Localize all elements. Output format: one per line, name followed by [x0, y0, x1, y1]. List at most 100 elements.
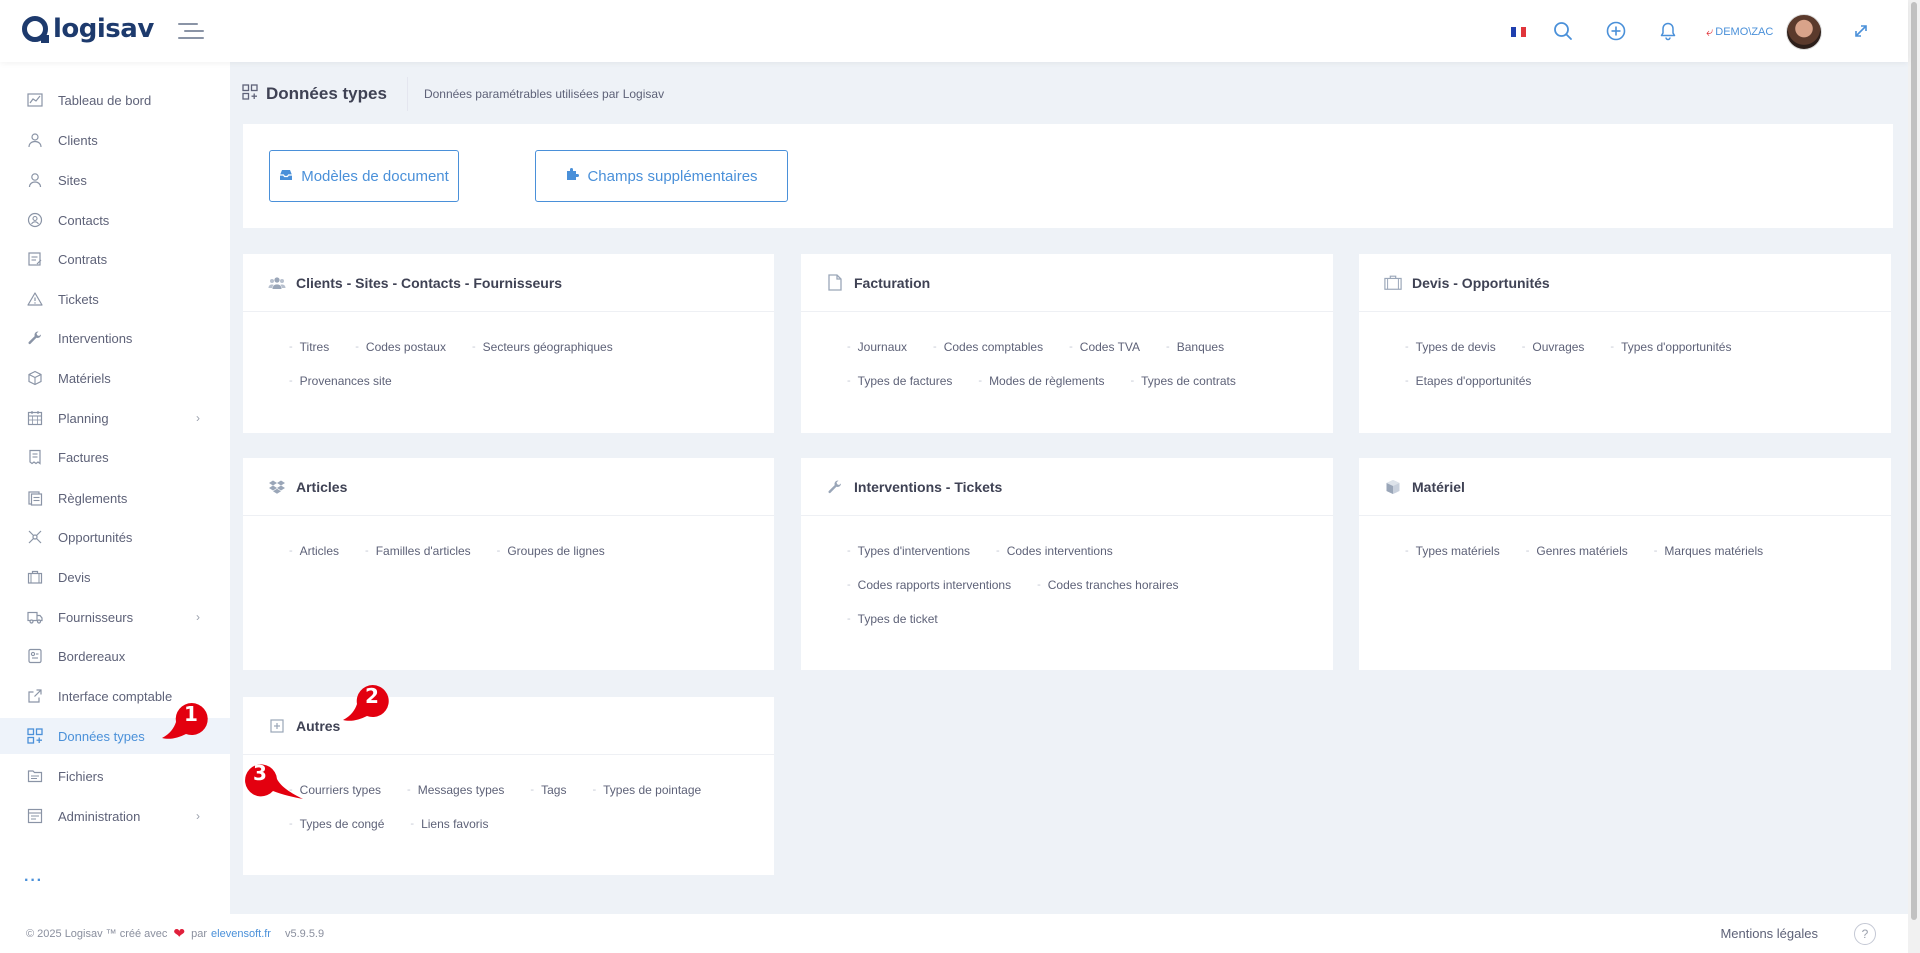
- sidebar-item-label: Interventions: [58, 330, 133, 346]
- sidebar-item-materiels[interactable]: Matériels: [0, 360, 230, 396]
- category-card: Devis - Opportunités Types de devis Ouvrag…: [1359, 254, 1891, 433]
- logo-text: logisav: [53, 14, 154, 44]
- scrollbar-thumb[interactable]: [1911, 2, 1917, 920]
- sidebar-item-label: Fournisseurs: [58, 609, 134, 625]
- chevron-right-icon: ›: [196, 411, 200, 425]
- sidebar-item-label: Factures: [58, 449, 109, 465]
- menu-toggle-icon[interactable]: [178, 20, 204, 42]
- data-type-link[interactable]: Genres matériels: [1526, 544, 1627, 558]
- plus-square-icon: [268, 717, 286, 735]
- page-scrollbar[interactable]: [1908, 0, 1920, 953]
- add-circle-icon[interactable]: [1603, 18, 1629, 44]
- fullscreen-icon[interactable]: [1848, 18, 1874, 44]
- cube-icon: [1384, 478, 1402, 496]
- sidebar-item-fournisseurs[interactable]: Fournisseurs ›: [0, 599, 230, 635]
- sidebar-item-sites[interactable]: Sites: [0, 162, 230, 198]
- sidebar-item-reglements[interactable]: Règlements: [0, 480, 230, 516]
- data-type-link[interactable]: Types de factures: [847, 374, 953, 388]
- data-type-link[interactable]: Codes comptables: [933, 340, 1043, 354]
- data-type-link[interactable]: Types de contrats: [1130, 374, 1236, 388]
- sidebar-item-contrats[interactable]: Contrats: [0, 241, 230, 277]
- card-links: Journaux Codes comptables Codes TVA Banques…: [801, 312, 1333, 388]
- sidebar-item-tableau-de-bord[interactable]: Tableau de bord: [0, 82, 230, 118]
- sidebar-item-clients[interactable]: Clients: [0, 122, 230, 158]
- card-title: Autres: [296, 717, 341, 734]
- data-type-link[interactable]: Types de pointage: [592, 783, 701, 797]
- footer-version: v5.9.5.9: [284, 927, 325, 940]
- sidebar-item-opportunites[interactable]: Opportunités: [0, 519, 230, 555]
- data-type-link[interactable]: Types d'interventions: [847, 544, 970, 558]
- impersonated-user-link[interactable]: ⤶ DEMO\ZAC: [1706, 24, 1773, 40]
- sidebar-item-label: Matériels: [58, 370, 111, 386]
- category-card: AutresCourriers typesMessages typesTagsT…: [243, 697, 774, 875]
- data-type-link[interactable]: Groupes de lignes: [497, 544, 604, 558]
- data-type-link[interactable]: Banques: [1166, 340, 1224, 354]
- data-type-link[interactable]: Types matériels: [1405, 544, 1500, 558]
- page-title: Données types: [266, 84, 387, 103]
- data-type-link[interactable]: Familles d'articles: [365, 544, 471, 558]
- sidebar-item-tickets[interactable]: Tickets: [0, 281, 230, 317]
- sidebar-item-label: Opportunités: [58, 529, 133, 545]
- search-icon[interactable]: [1550, 18, 1576, 44]
- data-type-link[interactable]: Codes TVA: [1069, 340, 1140, 354]
- puzzle-icon: [565, 167, 580, 185]
- sidebar-item-contacts[interactable]: Contacts: [0, 202, 230, 238]
- top-header: logisav ⤶ DEMO\ZAC: [0, 0, 1908, 62]
- data-type-link[interactable]: Types de congé: [289, 817, 385, 831]
- help-icon[interactable]: ?: [1854, 922, 1876, 945]
- sidebar-more-button[interactable]: ···: [24, 872, 43, 890]
- sidebar-item-planning[interactable]: Planning ›: [0, 400, 230, 436]
- card-links: Titres Codes postaux Secteurs géographique…: [243, 312, 774, 388]
- data-type-link[interactable]: Ouvrages: [1522, 340, 1584, 354]
- card-header: Clients - Sites - Contacts - Fournisseur…: [243, 254, 774, 312]
- data-type-link[interactable]: Types d'opportunités: [1610, 340, 1731, 354]
- sidebar-item-label: Sites: [58, 172, 87, 188]
- sidebar-item-label: Données types: [58, 728, 145, 744]
- data-type-link[interactable]: Secteurs géographiques: [472, 340, 613, 354]
- annotation-number: 3: [253, 761, 267, 785]
- data-type-link[interactable]: Titres: [289, 340, 330, 354]
- sidebar-item-label: Contacts: [58, 212, 110, 228]
- data-type-link[interactable]: Messages types: [407, 783, 505, 797]
- sidebar-item-devis[interactable]: Devis: [0, 559, 230, 595]
- data-type-link[interactable]: Provenances site: [289, 374, 392, 388]
- category-card: Interventions - Tickets Types d'intervent…: [801, 458, 1333, 670]
- language-flag-icon[interactable]: [1511, 27, 1526, 37]
- sidebar-item-fichiers[interactable]: Fichiers: [0, 758, 230, 794]
- extra-fields-button[interactable]: Champs supplémentaires: [535, 150, 788, 202]
- data-type-link[interactable]: Journaux: [847, 340, 907, 354]
- sidebar-item-bordereaux[interactable]: Bordereaux: [0, 638, 230, 674]
- sidebar-item-label: Tickets: [58, 291, 99, 307]
- data-type-link[interactable]: Marques matériels: [1654, 544, 1763, 558]
- document-templates-label: Modèles de document: [301, 167, 449, 185]
- avatar[interactable]: [1786, 14, 1822, 50]
- data-type-link[interactable]: Etapes d'opportunités: [1405, 374, 1532, 388]
- card-links: Courriers typesMessages typesTagsTypes d…: [243, 755, 774, 831]
- logo[interactable]: logisav: [22, 14, 154, 44]
- sidebar-item-label: Clients: [58, 132, 98, 148]
- sidebar-item-label: Devis: [58, 569, 91, 585]
- sidebar-item-administration[interactable]: Administration ›: [0, 798, 230, 834]
- legal-notice-link[interactable]: Mentions légales: [1720, 926, 1818, 941]
- sidebar-item-factures[interactable]: Factures: [0, 439, 230, 475]
- data-type-link[interactable]: Types de devis: [1405, 340, 1496, 354]
- data-type-link[interactable]: Codes rapports interventions: [847, 578, 1011, 592]
- data-type-link[interactable]: Types de ticket: [847, 612, 938, 626]
- card-title: Matériel: [1412, 478, 1465, 495]
- annotation-number: 2: [365, 684, 379, 708]
- document-templates-button[interactable]: Modèles de document: [269, 150, 459, 202]
- data-type-link[interactable]: Liens favoris: [410, 817, 488, 831]
- logo-mark-icon: [22, 16, 49, 43]
- data-type-link[interactable]: Modes de règlements: [978, 374, 1104, 388]
- bell-icon[interactable]: [1655, 18, 1681, 44]
- card-title: Facturation: [854, 274, 931, 291]
- footer-brand-link[interactable]: elevensoft.fr: [211, 928, 271, 940]
- sidebar-item-interventions[interactable]: Interventions: [0, 320, 230, 356]
- data-type-link[interactable]: Codes interventions: [996, 544, 1113, 558]
- data-type-link[interactable]: Codes tranches horaires: [1037, 578, 1179, 592]
- opportunity-icon: [26, 528, 44, 546]
- data-type-link[interactable]: Articles: [289, 544, 339, 558]
- sidebar-item-label: Tableau de bord: [58, 92, 152, 108]
- data-type-link[interactable]: Codes postaux: [355, 340, 446, 354]
- data-type-link[interactable]: Tags: [530, 783, 566, 797]
